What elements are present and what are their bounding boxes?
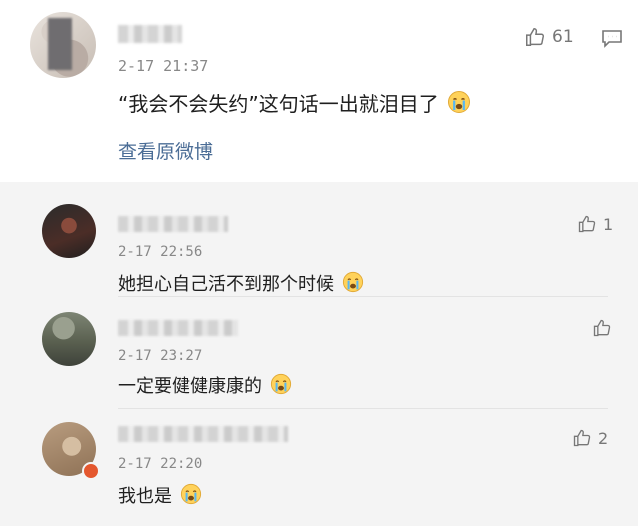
reply-text: 她担心自己活不到那个时候 — [118, 270, 364, 296]
like-count: 2 — [598, 428, 609, 448]
reply-item: 2-17 22:56 她担心自己活不到那个时候 1 — [0, 196, 638, 308]
comment-timestamp: 2-17 21:37 — [118, 57, 209, 75]
reply-timestamp: 2-17 23:27 — [118, 348, 203, 364]
username-blurred[interactable] — [118, 25, 182, 43]
message-icon — [602, 30, 622, 48]
like-count: 61 — [552, 27, 574, 47]
username-blurred[interactable] — [118, 320, 238, 336]
crying-face-emoji-icon — [180, 483, 201, 505]
verified-badge-icon — [82, 462, 100, 480]
comment-text: “我会不会失约”这句话一出就泪目了 — [118, 88, 471, 117]
view-original-link[interactable]: 查看原微博 — [118, 137, 213, 164]
divider — [118, 296, 608, 297]
like-count: 1 — [603, 214, 614, 234]
username-blurred[interactable] — [118, 216, 228, 232]
thumbs-up-icon — [578, 215, 596, 233]
thumbs-up-icon — [593, 319, 611, 337]
like-button[interactable]: 1 — [577, 214, 613, 234]
crying-face-emoji-icon — [448, 91, 471, 113]
username-blurred[interactable] — [118, 426, 288, 442]
reply-item: 2-17 23:27 一定要健健康康的 — [0, 304, 638, 416]
comment-text-content: “我会不会失约”这句话一出就泪目了 — [118, 92, 439, 116]
reply-text-content: 一定要健健康康的 — [118, 376, 262, 397]
avatar[interactable] — [42, 204, 96, 258]
reply-text-content: 我也是 — [118, 486, 172, 507]
thumbs-up-icon — [573, 429, 591, 447]
reply-timestamp: 2-17 22:56 — [118, 244, 203, 260]
reply-item: 2-17 22:20 我也是 2 — [0, 416, 638, 528]
reply-timestamp: 2-17 22:20 — [118, 456, 203, 472]
divider — [118, 408, 608, 409]
avatar[interactable] — [42, 312, 96, 366]
reply-text: 一定要健健康康的 — [118, 372, 292, 398]
reply-button[interactable] — [600, 26, 624, 54]
main-comment: 2-17 21:37 “我会不会失约”这句话一出就泪目了 查看原微博 61 — [0, 0, 638, 182]
like-button[interactable] — [592, 318, 618, 338]
crying-face-emoji-icon — [342, 271, 363, 293]
crying-face-emoji-icon — [270, 373, 291, 395]
reply-text: 我也是 — [118, 482, 202, 508]
avatar[interactable] — [30, 12, 96, 78]
like-button[interactable]: 2 — [572, 428, 608, 448]
reply-text-content: 她担心自己活不到那个时候 — [118, 274, 334, 295]
like-button[interactable]: 61 — [524, 26, 574, 48]
replies-section: 2-17 22:56 她担心自己活不到那个时候 1 2-17 23:27 一定要… — [0, 182, 638, 526]
thumbs-up-icon — [526, 28, 545, 46]
